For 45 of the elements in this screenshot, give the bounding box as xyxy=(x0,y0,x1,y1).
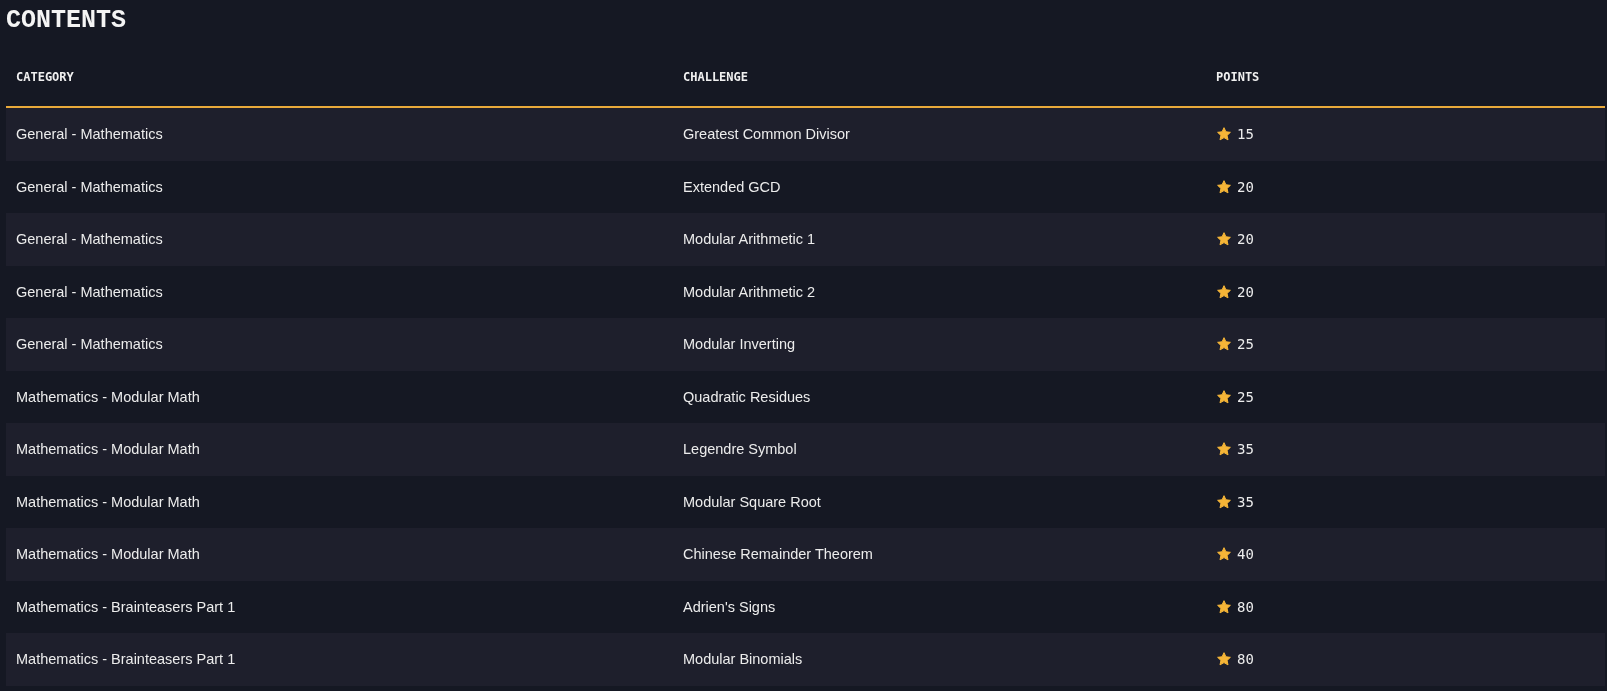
star-icon xyxy=(1216,598,1232,615)
category-cell: Mathematics - Modular Math xyxy=(16,546,200,562)
challenge-cell: Modular Arithmetic 1 xyxy=(683,231,816,247)
points-value: 20 xyxy=(1237,230,1254,249)
points-value: 35 xyxy=(1237,492,1254,512)
points-value: 25 xyxy=(1237,335,1254,354)
category-cell: General - Mathematics xyxy=(16,336,163,352)
category-cell: Mathematics - Modular Math xyxy=(16,441,200,457)
star-icon xyxy=(1216,126,1232,143)
challenge-cell: Adrien's Signs xyxy=(683,598,776,615)
star-icon xyxy=(1216,178,1232,195)
star-icon xyxy=(1216,493,1232,510)
challenge-cell: Quadratic Residues xyxy=(683,388,811,405)
star-icon xyxy=(1216,388,1232,405)
points-value: 40 xyxy=(1237,545,1254,564)
points-value: 25 xyxy=(1237,387,1254,407)
category-cell: General - Mathematics xyxy=(16,178,163,195)
points-value: 20 xyxy=(1237,282,1254,302)
category-cell: General - Mathematics xyxy=(16,126,163,142)
category-cell: Mathematics - Brainteasers Part 1 xyxy=(16,651,236,667)
star-icon xyxy=(1216,283,1232,300)
points-value: 35 xyxy=(1237,440,1254,459)
challenge-cell: Modular Square Root xyxy=(683,493,821,510)
points-value: 15 xyxy=(1237,125,1254,144)
star-icon xyxy=(1216,546,1232,563)
challenge-cell: Chinese Remainder Theorem xyxy=(683,546,873,562)
page-title: CONTENTS xyxy=(6,5,127,37)
challenge-cell: Modular Inverting xyxy=(683,336,796,352)
star-icon xyxy=(1216,441,1232,458)
challenge-cell: Legendre Symbol xyxy=(683,441,797,457)
challenge-cell: Modular Binomials xyxy=(683,651,803,667)
star-icon xyxy=(1216,336,1232,353)
challenge-cell: Extended GCD xyxy=(683,178,781,195)
category-cell: General - Mathematics xyxy=(16,283,163,300)
points-value: 80 xyxy=(1237,597,1254,617)
category-cell: Mathematics - Modular Math xyxy=(16,493,200,510)
category-cell: Mathematics - Modular Math xyxy=(16,388,200,405)
star-icon xyxy=(1216,231,1232,248)
challenge-cell: Modular Arithmetic 2 xyxy=(683,283,816,300)
points-value: 80 xyxy=(1237,650,1254,669)
star-icon xyxy=(1216,651,1232,668)
challenge-cell: Greatest Common Divisor xyxy=(683,126,850,142)
points-value: 20 xyxy=(1237,177,1254,197)
category-cell: Mathematics - Brainteasers Part 1 xyxy=(16,598,236,615)
category-cell: General - Mathematics xyxy=(16,231,163,247)
